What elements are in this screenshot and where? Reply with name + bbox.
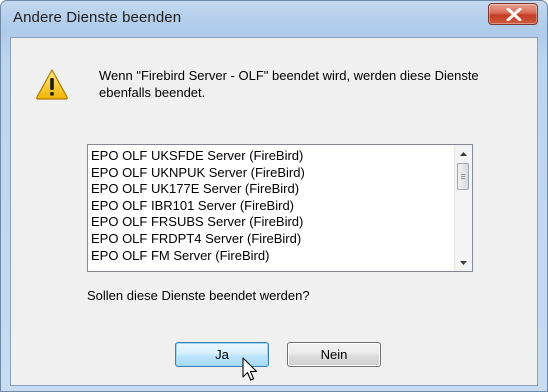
arrow-down-icon [460,260,467,265]
close-x-icon [506,8,522,21]
dialog-body: Wenn "Firebird Server - OLF" beendet wir… [10,37,538,386]
service-item[interactable]: EPO OLF UK177E Server (FireBird) [88,181,448,198]
service-item[interactable]: EPO OLF FRSUBS Server (FireBird) [88,214,448,231]
scroll-up-button[interactable] [455,145,472,162]
title-bar[interactable]: Andere Dienste beenden [1,1,547,37]
scroll-down-button[interactable] [455,254,472,271]
vertical-scrollbar[interactable] [454,145,472,271]
service-item[interactable]: EPO OLF FRDPT4 Server (FireBird) [88,231,448,248]
services-list: EPO OLF UKSFDE Server (FireBird) EPO OLF… [88,148,448,264]
no-button[interactable]: Nein [287,342,381,367]
grip-line [461,178,465,179]
close-button[interactable] [488,3,538,25]
arrow-up-icon [460,151,467,156]
confirmation-question: Sollen diese Dienste beendet werden? [87,288,310,303]
dialog-window: Andere Dienste beenden Wenn "Firebird Se… [0,0,548,392]
scroll-thumb[interactable] [457,163,469,190]
services-listbox[interactable]: EPO OLF UKSFDE Server (FireBird) EPO OLF… [87,144,473,272]
mouse-pointer-icon [242,357,258,381]
service-item[interactable]: EPO OLF UKSFDE Server (FireBird) [88,148,448,165]
grip-line [461,174,465,175]
grip-line [461,176,465,177]
dialog-message: Wenn "Firebird Server - OLF" beendet wir… [99,68,479,100]
service-item[interactable]: EPO OLF FM Server (FireBird) [88,248,448,265]
warning-icon [36,69,68,100]
window-title: Andere Dienste beenden [13,9,182,26]
service-item[interactable]: EPO OLF UKNPUK Server (FireBird) [88,165,448,182]
service-item[interactable]: EPO OLF IBR101 Server (FireBird) [88,198,448,215]
